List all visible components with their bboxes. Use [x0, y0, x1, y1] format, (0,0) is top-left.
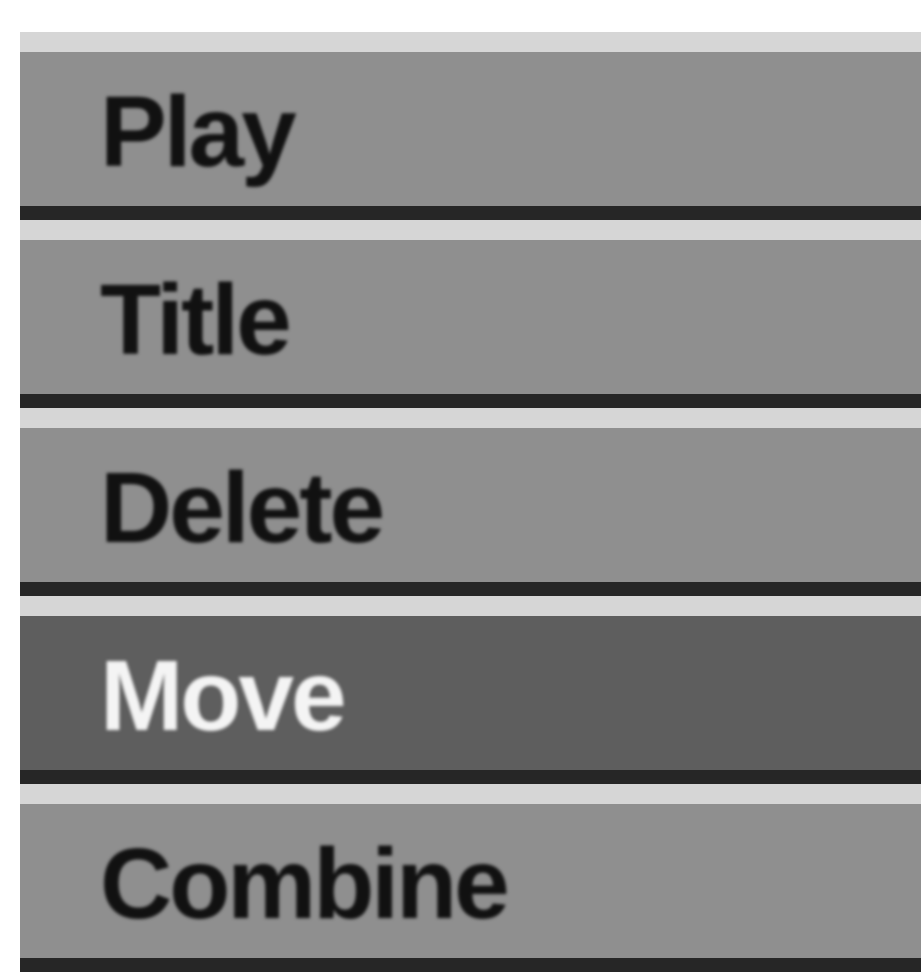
menu-item-delete[interactable]: Delete: [20, 408, 921, 596]
menu-item-play[interactable]: Play: [20, 32, 921, 220]
menu-item-label: Title: [100, 264, 292, 376]
context-menu: Play Title Delete Move Combine: [20, 32, 921, 972]
menu-item-label: Delete: [100, 452, 385, 564]
menu-item-combine[interactable]: Combine: [20, 784, 921, 972]
menu-item-move[interactable]: Move: [20, 596, 921, 784]
menu-item-label: Combine: [100, 828, 510, 940]
menu-item-label: Move: [100, 640, 347, 752]
menu-item-title[interactable]: Title: [20, 220, 921, 408]
menu-item-label: Play: [100, 76, 297, 188]
